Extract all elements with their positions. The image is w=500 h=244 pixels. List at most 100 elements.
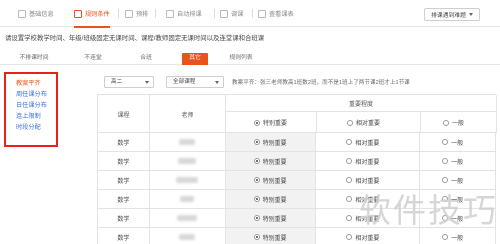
chevron-down-icon xyxy=(215,81,219,84)
nav-label: 基础信息 xyxy=(29,11,54,18)
radio-selected-icon[interactable] xyxy=(254,119,260,126)
nav-label: 调课 xyxy=(231,11,244,18)
radio-icon[interactable] xyxy=(346,234,353,240)
option-very-important[interactable]: 特别重要 xyxy=(225,152,317,170)
radio-icon[interactable] xyxy=(346,196,353,202)
tab-other[interactable]: 其它 xyxy=(182,53,208,65)
table-row: 数学 特别重要 相对重要 一般 xyxy=(98,133,496,152)
tab-combined-class[interactable]: 合班 xyxy=(134,53,158,65)
tab-rule-list[interactable]: 规则列表 xyxy=(224,53,258,65)
nav-auto-schedule[interactable]: 自动排课 xyxy=(166,0,202,27)
sidebar-item-weekly-distribution[interactable]: 周任课分布 xyxy=(16,89,56,100)
nav-divider xyxy=(252,9,253,18)
option-label: 相对重要 xyxy=(355,159,380,166)
header-option-relatively-important[interactable]: 相对重要 xyxy=(317,112,421,133)
option-label: 一般 xyxy=(451,140,464,147)
option-label: 特别重要 xyxy=(262,140,287,147)
course-select-value: 全部课程 xyxy=(173,79,196,85)
option-relatively-important[interactable]: 相对重要 xyxy=(316,152,421,170)
watermark: 软件技巧 xyxy=(358,191,498,230)
tab-no-class-time[interactable]: 不排课时间 xyxy=(10,53,58,65)
radio-icon[interactable] xyxy=(346,158,353,164)
nav-divider xyxy=(214,9,215,18)
sidebar-item-consecutive-limit[interactable]: 连上限制 xyxy=(16,111,56,122)
option-normal[interactable]: 一般 xyxy=(420,152,496,170)
radio-icon[interactable] xyxy=(443,119,449,126)
nav-basic-info[interactable]: 基础信息 xyxy=(18,0,54,27)
option-label: 一般 xyxy=(451,235,464,242)
nav-label: 查看课表 xyxy=(269,11,294,18)
option-normal[interactable]: 一般 xyxy=(420,133,496,151)
option-label: 相对重要 xyxy=(356,121,381,127)
course-cell: 数学 xyxy=(98,190,150,208)
option-relatively-important[interactable]: 相对重要 xyxy=(316,133,421,151)
sort-button-label: 排课遇到难题 xyxy=(431,13,466,19)
radio-selected-icon[interactable] xyxy=(253,196,260,202)
table-row: 数学 特别重要 相对重要 一般 xyxy=(98,152,496,171)
rules-icon xyxy=(74,9,82,18)
course-cell: 数学 xyxy=(98,228,150,244)
grade-select[interactable]: 高二 xyxy=(104,76,154,88)
radio-icon[interactable] xyxy=(346,177,353,183)
option-label: 特别重要 xyxy=(263,121,288,127)
nav-divider xyxy=(155,9,156,18)
option-very-important[interactable]: 特别重要 xyxy=(225,209,317,227)
radio-icon[interactable] xyxy=(347,119,353,126)
course-cell: 数学 xyxy=(98,152,150,170)
timetable-icon xyxy=(258,9,266,18)
radio-selected-icon[interactable] xyxy=(253,158,260,164)
radio-icon[interactable] xyxy=(442,234,449,240)
radio-selected-icon[interactable] xyxy=(253,177,260,183)
radio-icon[interactable] xyxy=(442,177,449,183)
sort-problem-button[interactable]: 排课遇到难题 xyxy=(424,8,480,21)
blurred-name xyxy=(180,196,195,202)
radio-selected-icon[interactable] xyxy=(253,215,260,221)
option-label: 相对重要 xyxy=(355,140,380,147)
blurred-name xyxy=(179,234,196,240)
option-label: 特别重要 xyxy=(262,216,287,223)
rule-sidebar: 教案平齐 周任课分布 日任课分布 连上限制 时段分配 xyxy=(4,72,58,147)
option-label: 一般 xyxy=(452,121,465,127)
radio-icon[interactable] xyxy=(442,139,449,145)
option-very-important[interactable]: 特别重要 xyxy=(225,228,317,244)
radio-selected-icon[interactable] xyxy=(253,139,260,145)
teacher-cell xyxy=(150,171,226,189)
option-very-important[interactable]: 特别重要 xyxy=(225,133,317,151)
course-cell: 数学 xyxy=(98,171,150,189)
header-option-very-important[interactable]: 特别重要 xyxy=(226,112,317,133)
blurred-name xyxy=(176,177,199,183)
header-teacher: 老师 xyxy=(150,95,226,133)
blurred-name xyxy=(178,158,197,164)
chevron-down-icon xyxy=(145,81,149,84)
sidebar-item-period-allocation[interactable]: 时段分配 xyxy=(16,122,56,133)
option-very-important[interactable]: 特别重要 xyxy=(225,171,317,189)
blurred-name xyxy=(179,139,196,145)
nav-divider xyxy=(118,9,119,18)
nav-label: 规则条件 xyxy=(85,11,110,18)
nav-pre-arrange[interactable]: 预排 xyxy=(125,0,148,27)
teacher-cell xyxy=(150,209,226,227)
option-label: 相对重要 xyxy=(355,235,380,242)
option-label: 特别重要 xyxy=(262,235,287,242)
nav-view-timetable[interactable]: 查看课表 xyxy=(258,0,294,27)
course-select[interactable]: 全部课程 xyxy=(166,76,224,88)
radio-selected-icon[interactable] xyxy=(253,234,260,240)
header-option-normal[interactable]: 一般 xyxy=(421,112,497,133)
option-very-important[interactable]: 特别重要 xyxy=(225,190,317,208)
nav-rules[interactable]: 规则条件 xyxy=(74,0,110,28)
grade-select-value: 高二 xyxy=(111,79,123,85)
tab-no-consecutive[interactable]: 不连堂 xyxy=(78,53,108,65)
option-label: 一般 xyxy=(451,159,464,166)
auto-schedule-icon xyxy=(166,9,174,18)
instruction-notice: 请设置学校教学时间、年级/班级固定无课时间、课程/教师固定无课时间以及连堂课和合… xyxy=(5,35,265,42)
top-navigation: 基础信息 规则条件 预排 自动排课 调课 查看课表 排课遇到难题 xyxy=(0,0,500,28)
option-label: 特别重要 xyxy=(262,197,287,204)
sidebar-item-lesson-plan-sync[interactable]: 教案平齐 xyxy=(16,78,56,89)
nav-adjust[interactable]: 调课 xyxy=(220,0,243,27)
radio-icon[interactable] xyxy=(442,158,449,164)
blurred-name xyxy=(177,215,198,221)
option-label: 特别重要 xyxy=(262,159,287,166)
radio-icon[interactable] xyxy=(346,139,353,145)
radio-icon[interactable] xyxy=(346,215,353,221)
sidebar-item-daily-distribution[interactable]: 日任课分布 xyxy=(16,100,56,111)
